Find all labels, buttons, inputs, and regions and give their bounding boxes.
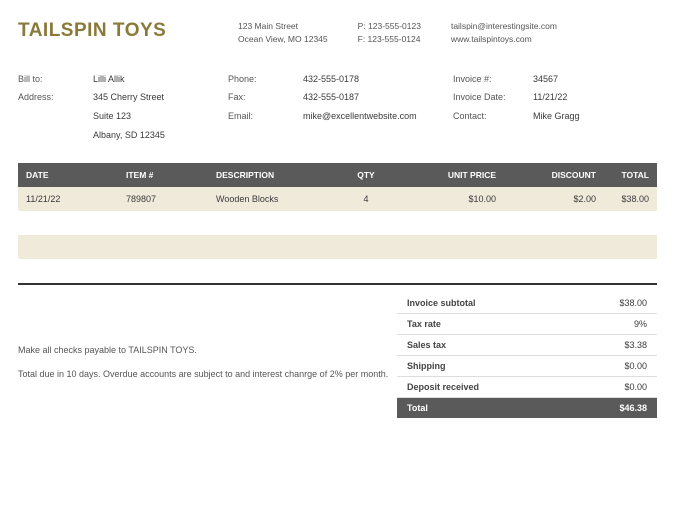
- note-terms: Total due in 10 days. Overdue accounts a…: [18, 367, 397, 381]
- company-website: www.tailspintoys.com: [451, 33, 557, 46]
- table-row-empty: [18, 235, 657, 259]
- table-row-empty: [18, 211, 657, 235]
- deposit-value: $0.00: [624, 382, 647, 392]
- salestax-value: $3.38: [624, 340, 647, 350]
- note-payable: Make all checks payable to TAILSPIN TOYS…: [18, 343, 397, 357]
- taxrate-value: 9%: [634, 319, 647, 329]
- notes: Make all checks payable to TAILSPIN TOYS…: [18, 293, 397, 418]
- table-row: 11/21/22 789807 Wooden Blocks 4 $10.00 $…: [18, 187, 657, 211]
- subtotal-value: $38.00: [619, 298, 647, 308]
- company-email: tailspin@interestingsite.com: [451, 20, 557, 33]
- cell-price: $10.00: [396, 194, 496, 204]
- company-info: 123 Main Street Ocean View, MO 12345 P: …: [238, 20, 657, 46]
- cell-total: $38.00: [596, 194, 649, 204]
- col-date: DATE: [26, 170, 126, 180]
- col-price: UNIT PRICE: [396, 170, 496, 180]
- label-email: Email:: [228, 107, 303, 126]
- label-billto: Bill to:: [18, 70, 93, 89]
- label-invoice-num: Invoice #:: [453, 70, 533, 89]
- salestax-label: Sales tax: [407, 340, 446, 350]
- billto-street: 345 Cherry Street: [93, 88, 228, 107]
- table-header: DATE ITEM # DESCRIPTION QTY UNIT PRICE D…: [18, 163, 657, 187]
- cell-item: 789807: [126, 194, 216, 204]
- subtotal-label: Invoice subtotal: [407, 298, 476, 308]
- company-address2: Ocean View, MO 12345: [238, 33, 328, 46]
- billto-email: mike@excellentwebsite.com: [303, 107, 433, 126]
- cell-desc: Wooden Blocks: [216, 194, 336, 204]
- shipping-value: $0.00: [624, 361, 647, 371]
- shipping-label: Shipping: [407, 361, 446, 371]
- cell-qty: 4: [336, 194, 396, 204]
- col-item: ITEM #: [126, 170, 216, 180]
- invoice-number: 34567: [533, 70, 580, 89]
- company-address1: 123 Main Street: [238, 20, 328, 33]
- company-phone: P: 123-555-0123: [358, 20, 421, 33]
- col-qty: QTY: [336, 170, 396, 180]
- total-label: Total: [407, 403, 428, 413]
- deposit-label: Deposit received: [407, 382, 479, 392]
- label-address: Address:: [18, 88, 93, 107]
- total-value: $46.38: [619, 403, 647, 413]
- summary: Invoice subtotal $38.00 Tax rate 9% Sale…: [397, 293, 657, 418]
- label-contact: Contact:: [453, 107, 533, 126]
- table-divider: [18, 283, 657, 285]
- billto-city: Albany, SD 12345: [93, 126, 228, 145]
- meta-section: Bill to: Address: Lilli Allik 345 Cherry…: [18, 70, 657, 146]
- cell-date: 11/21/22: [26, 194, 126, 204]
- billto-fax: 432-555-0187: [303, 88, 453, 107]
- billto-phone: 432-555-0178: [303, 70, 453, 89]
- label-invoice-date: Invoice Date:: [453, 88, 533, 107]
- label-phone: Phone:: [228, 70, 303, 89]
- company-fax: F: 123-555-0124: [358, 33, 421, 46]
- invoice-date: 11/21/22: [533, 88, 580, 107]
- cell-discount: $2.00: [496, 194, 596, 204]
- table-row-empty: [18, 259, 657, 283]
- col-desc: DESCRIPTION: [216, 170, 336, 180]
- col-discount: DISCOUNT: [496, 170, 596, 180]
- invoice-contact: Mike Gragg: [533, 107, 580, 126]
- header: TAILSPIN TOYS 123 Main Street Ocean View…: [18, 20, 657, 46]
- billto-suite: Suite 123: [93, 107, 228, 126]
- billto-name: Lilli Allik: [93, 70, 228, 89]
- company-name: TAILSPIN TOYS: [18, 20, 218, 46]
- taxrate-label: Tax rate: [407, 319, 441, 329]
- col-total: TOTAL: [596, 170, 649, 180]
- label-fax: Fax:: [228, 88, 303, 107]
